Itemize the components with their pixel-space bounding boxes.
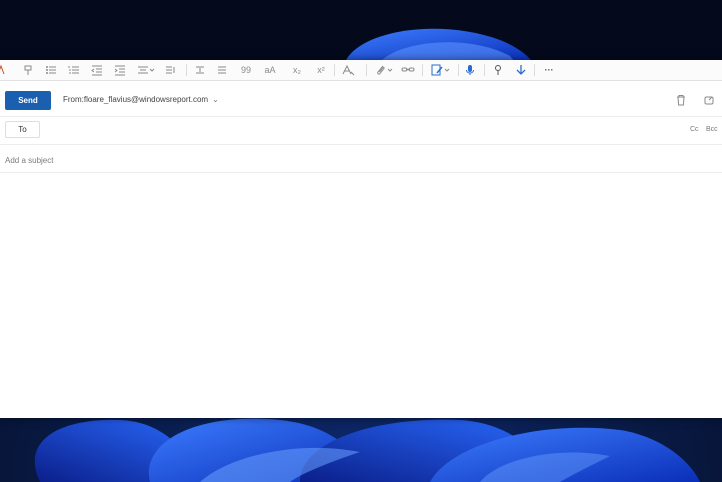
bullets-icon[interactable] <box>45 62 57 78</box>
outlook-compose-window: 99 aA x₂ x² ··· Send From:floare_flavius… <box>0 60 722 418</box>
format-painter-icon[interactable] <box>23 62 35 78</box>
divider <box>0 144 722 145</box>
chevron-down-icon: ⌄ <box>212 95 219 104</box>
line-spacing-icon[interactable] <box>194 62 206 78</box>
attach-icon[interactable] <box>374 62 394 78</box>
pop-out-icon[interactable] <box>703 93 715 107</box>
font-color-icon[interactable] <box>0 62 6 78</box>
toolbar-separator <box>186 64 187 76</box>
quote-icon[interactable]: 99 <box>239 62 253 78</box>
from-address: floare_flavius@windowsreport.com <box>83 95 209 104</box>
toolbar-separator <box>422 64 423 76</box>
to-button[interactable]: To <box>5 121 40 138</box>
toolbar-separator <box>484 64 485 76</box>
discard-icon[interactable] <box>675 93 687 107</box>
cc-button[interactable]: Cc <box>690 126 699 133</box>
editor-icon[interactable] <box>430 62 452 78</box>
decrease-indent-icon[interactable] <box>91 62 103 78</box>
increase-indent-icon[interactable] <box>114 62 126 78</box>
bcc-button[interactable]: Bcc <box>706 126 718 133</box>
toolbar-separator <box>334 64 335 76</box>
message-body-editor[interactable] <box>0 173 722 418</box>
toolbar-separator <box>366 64 367 76</box>
formatting-toolbar: 99 aA x₂ x² ··· <box>0 60 722 81</box>
from-selector[interactable]: From:floare_flavius@windowsreport.com ⌄ <box>63 95 219 104</box>
subscript-icon[interactable]: x₂ <box>290 62 304 78</box>
subject-input[interactable] <box>5 153 705 167</box>
more-options-icon[interactable]: ··· <box>541 62 557 78</box>
indent-icon[interactable] <box>165 62 177 78</box>
align-icon[interactable] <box>137 62 155 78</box>
paragraph-spacing-icon[interactable] <box>216 62 228 78</box>
to-recipients-input[interactable] <box>48 121 652 140</box>
send-button[interactable]: Send <box>5 91 51 110</box>
sensitivity-icon[interactable] <box>492 62 504 78</box>
divider <box>0 116 722 117</box>
toolbar-separator <box>534 64 535 76</box>
link-icon[interactable] <box>401 62 415 78</box>
from-label: From: <box>63 95 84 104</box>
clear-formatting-icon[interactable] <box>340 62 356 78</box>
superscript-icon[interactable]: x² <box>314 62 328 78</box>
dictate-icon[interactable] <box>464 62 476 78</box>
download-icon[interactable] <box>515 62 527 78</box>
toolbar-separator <box>458 64 459 76</box>
numbering-icon[interactable] <box>68 62 80 78</box>
font-size-icon[interactable]: aA <box>262 62 278 78</box>
